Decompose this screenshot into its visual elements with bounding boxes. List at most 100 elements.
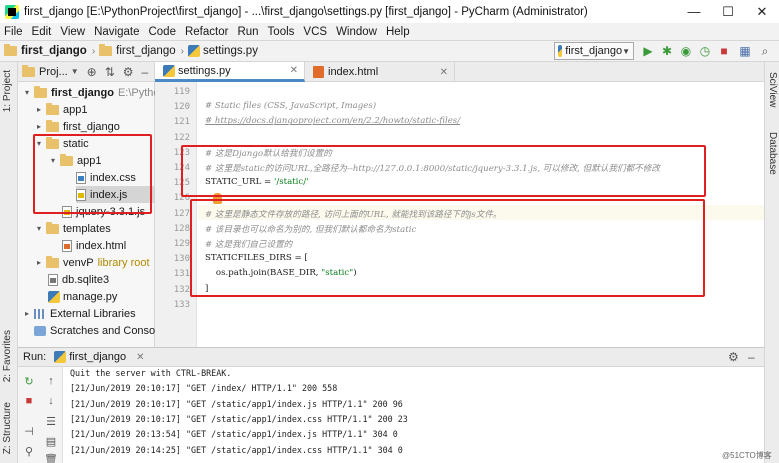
left-tool-strip: 1: Project 2: Favorites Z: Structure (0, 62, 18, 463)
line-number: 123 (173, 147, 190, 158)
project-structure-icon[interactable]: ▦ (738, 44, 752, 58)
menu-view[interactable]: View (60, 26, 85, 38)
watermark: @51CTO博客 (722, 451, 772, 460)
hide-panel-icon[interactable]: – (142, 65, 149, 79)
menu-window[interactable]: Window (336, 26, 377, 38)
breadcrumb-separator-icon: › (91, 45, 96, 57)
chevron-down-icon[interactable]: ▾ (34, 139, 44, 148)
tree-item-jquery[interactable]: jquery-3.3.1.js (62, 203, 145, 220)
intention-bulb-icon[interactable] (213, 193, 222, 204)
chevron-right-icon[interactable]: ▸ (22, 309, 32, 318)
gear-icon[interactable]: ⚙ (728, 350, 739, 364)
tree-item-manage-py[interactable]: manage.py (48, 288, 117, 305)
coverage-icon[interactable]: ◉ (679, 44, 693, 58)
console-line: Quit the server with CTRL-BREAK. (70, 368, 232, 378)
tree-item-scratches[interactable]: Scratches and Consoles (34, 322, 155, 339)
project-view-select[interactable]: Proj... (39, 66, 68, 78)
tab-index-html[interactable]: index.html ✕ (305, 62, 455, 82)
code-editor[interactable]: 119 120 121 122 123 124 125 126 127 128 129 130 131 1… (155, 82, 764, 347)
tree-item-index-css[interactable]: index.css (76, 169, 136, 186)
library-root-tag: library root (97, 256, 150, 269)
tool-tab-structure[interactable]: Z: Structure (2, 402, 13, 454)
menu-code[interactable]: Code (148, 26, 176, 38)
menu-refactor[interactable]: Refactor (185, 26, 228, 38)
pin-tab-icon[interactable]: ⊣ (21, 423, 37, 439)
menu-edit[interactable]: Edit (32, 26, 52, 38)
run-icon[interactable]: ▶ (641, 44, 655, 58)
rerun-icon[interactable]: ↻ (21, 373, 37, 389)
chevron-right-icon[interactable]: ▸ (34, 105, 44, 114)
tree-item-app1[interactable]: ▸ app1 (34, 101, 87, 118)
stop-icon[interactable]: ■ (21, 393, 37, 409)
tree-item-label: index.html (76, 239, 127, 252)
tree-item-first-django[interactable]: ▸ first_django (34, 118, 120, 135)
string-literal: "static" (321, 268, 354, 279)
menu-file[interactable]: File (4, 26, 23, 38)
window-controls: — ☐ ✕ (677, 0, 779, 23)
line-number: 119 (173, 87, 190, 97)
pin-icon[interactable]: ⚲ (21, 443, 37, 459)
close-icon[interactable]: ✕ (290, 65, 298, 76)
stop-icon[interactable]: ■ (717, 44, 731, 58)
tree-item-static-app1[interactable]: ▾ app1 (48, 152, 101, 169)
close-icon[interactable]: ✕ (440, 67, 448, 78)
tool-tab-project[interactable]: 1: Project (2, 70, 13, 112)
maximize-button[interactable]: ☐ (711, 0, 745, 23)
close-icon[interactable]: ✕ (136, 352, 144, 363)
tree-item-index-html[interactable]: index.html (62, 237, 126, 254)
tool-tab-favorites[interactable]: 2: Favorites (2, 330, 13, 382)
css-file-icon (76, 171, 86, 184)
tree-item-venv[interactable]: ▸ venvP library root (34, 254, 150, 271)
line-number: 128 (173, 223, 190, 234)
tree-item-project-root[interactable]: ▾ first_django E:\PythonPr (22, 84, 155, 101)
right-tool-strip: SciView Database (764, 62, 779, 463)
code-line: ] (205, 283, 209, 294)
chevron-down-icon[interactable]: ▾ (34, 224, 44, 233)
tree-item-external-libraries[interactable]: ▸ External Libraries (22, 305, 136, 322)
profile-icon[interactable]: ◷ (698, 44, 712, 58)
breadcrumb-file[interactable]: settings.py (187, 45, 258, 57)
minimize-button[interactable]: — (677, 0, 711, 23)
menu-run[interactable]: Run (237, 26, 258, 38)
run-tab-first-django[interactable]: first_django ✕ (54, 351, 145, 363)
tool-tab-sciview[interactable]: SciView (767, 72, 778, 107)
code-line: # https://docs.djangoproject.com/en/2.2/… (205, 116, 461, 127)
tree-item-db-sqlite[interactable]: db.sqlite3 (48, 271, 109, 288)
tree-item-templates[interactable]: ▾ templates (34, 220, 111, 237)
chevron-right-icon[interactable]: ▸ (34, 258, 44, 267)
menu-help[interactable]: Help (386, 26, 410, 38)
code-line: STATIC_URL = '/static/' (205, 177, 309, 188)
collapse-all-icon[interactable]: ⇅ (105, 65, 115, 79)
gear-icon[interactable]: ⚙ (123, 65, 134, 79)
trash-icon[interactable]: 🗑 (43, 451, 59, 463)
menu-navigate[interactable]: Navigate (94, 26, 139, 38)
breadcrumb-project[interactable]: first_django › (4, 44, 96, 57)
chevron-down-icon[interactable]: ▼ (71, 67, 79, 76)
line-number-gutter: 119 120 121 122 123 124 125 126 127 128 129 130 131 1… (155, 82, 197, 347)
code-line: # 这是Django默认给我们设置的 (205, 148, 332, 159)
search-icon[interactable]: ⌕ (758, 44, 772, 58)
html-file-icon (62, 239, 72, 252)
tab-settings-py[interactable]: settings.py ✕ (155, 62, 305, 82)
arrow-up-icon[interactable]: ↑ (43, 373, 59, 389)
debug-icon[interactable]: ✱ (660, 44, 674, 58)
soft-wrap-icon[interactable]: ☰ (43, 413, 59, 429)
chevron-right-icon[interactable]: ▸ (34, 122, 44, 131)
tree-item-index-js[interactable]: index.js (76, 186, 155, 203)
tree-item-static[interactable]: ▾ static (34, 135, 89, 152)
close-button[interactable]: ✕ (745, 0, 779, 23)
print-icon[interactable]: ▤ (43, 433, 59, 449)
chevron-down-icon[interactable]: ▾ (48, 156, 58, 165)
line-number: 133 (173, 299, 190, 310)
menu-tools[interactable]: Tools (268, 26, 295, 38)
folder-icon (46, 102, 59, 115)
arrow-down-icon[interactable]: ↓ (43, 393, 59, 409)
locate-file-icon[interactable]: ⊕ (87, 65, 97, 79)
tool-tab-database[interactable]: Database (767, 132, 778, 175)
breadcrumb-package[interactable]: first_django › (99, 44, 184, 57)
chevron-down-icon[interactable]: ▾ (22, 88, 32, 97)
hide-panel-icon[interactable]: – (748, 350, 755, 364)
run-configuration-select[interactable]: first_django ▼ (554, 42, 634, 60)
line-number: 129 (173, 239, 190, 249)
menu-vcs[interactable]: VCS (303, 26, 327, 38)
